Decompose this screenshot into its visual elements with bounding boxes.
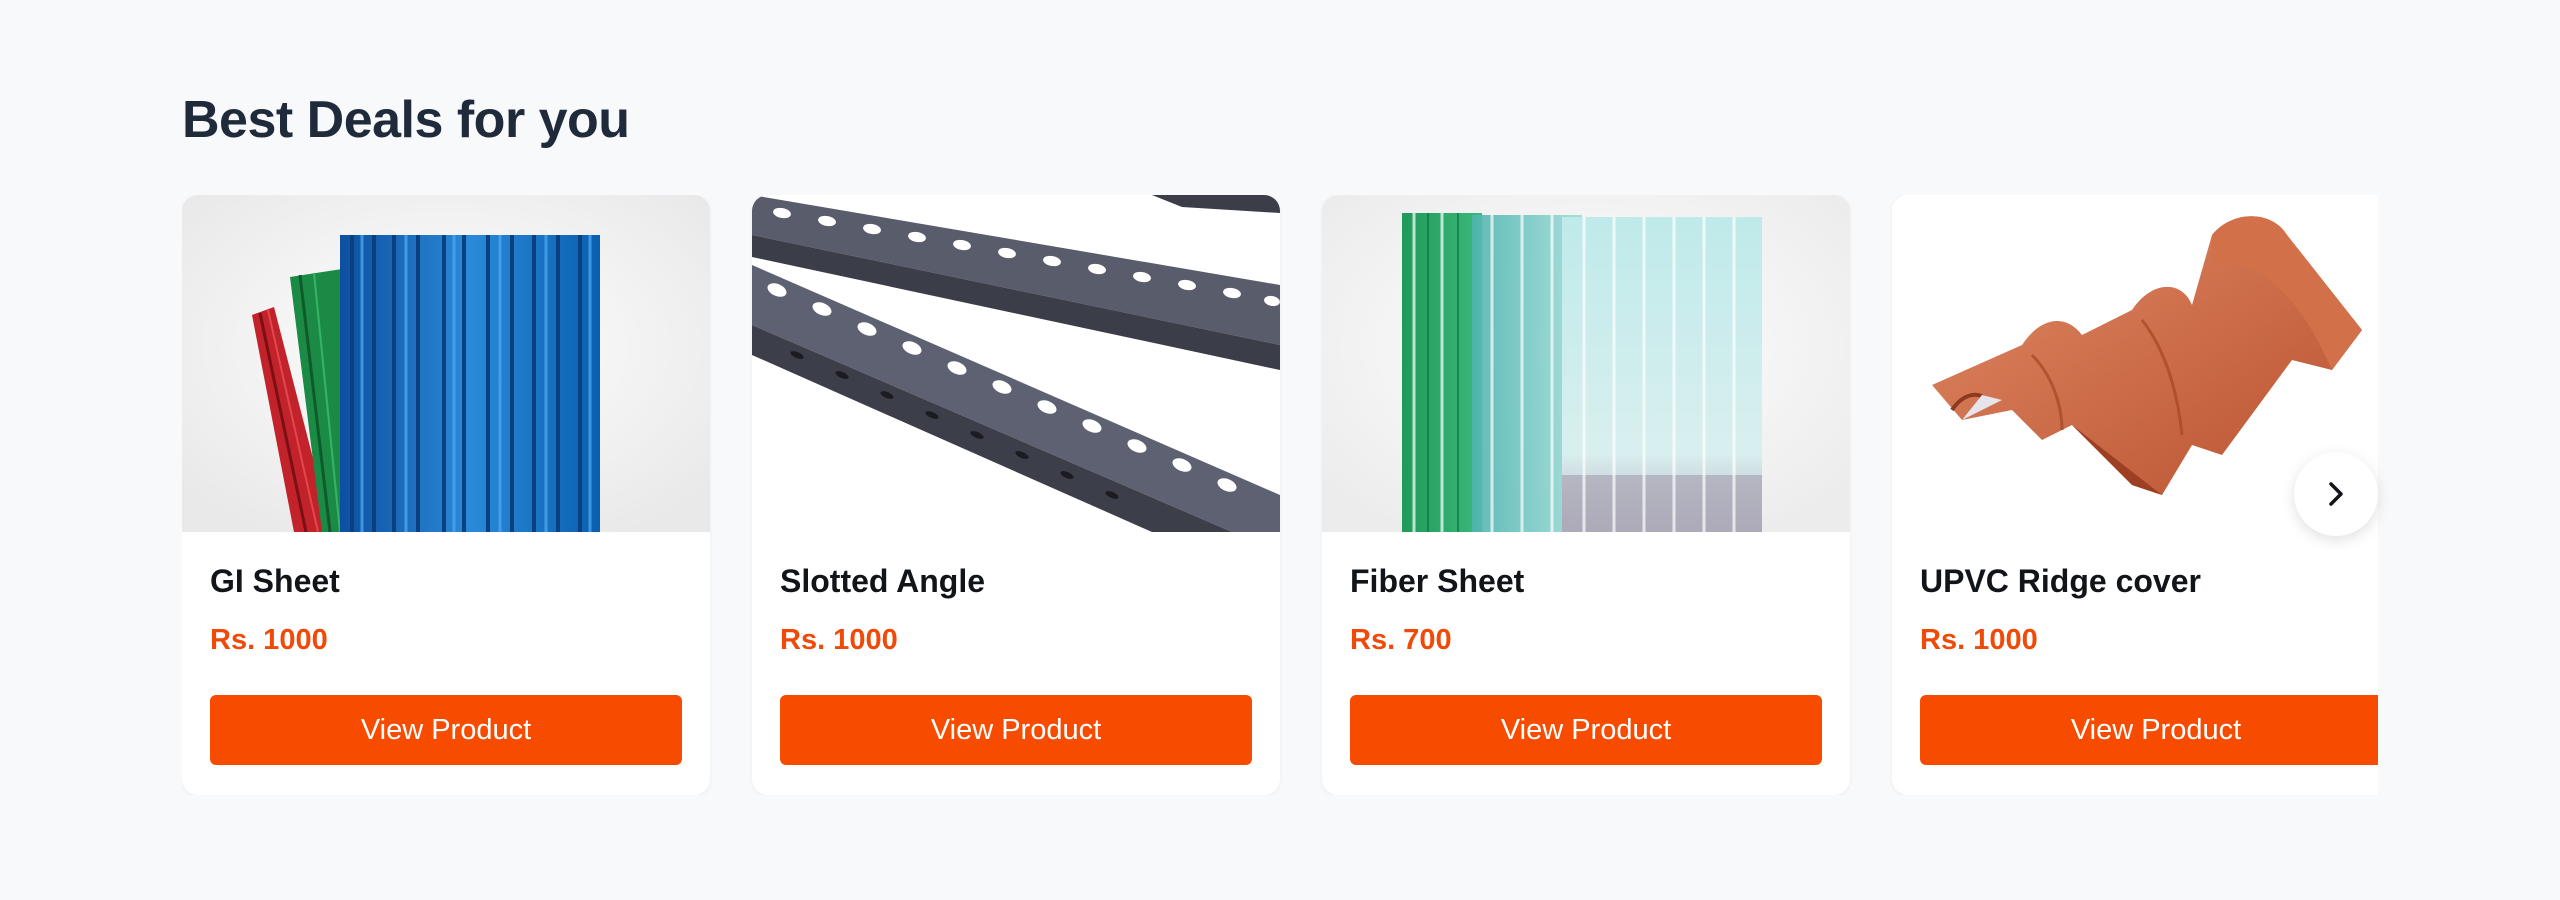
fiber-sheet-image[interactable]: [1322, 195, 1850, 532]
product-price: Rs. 1000: [1920, 624, 2038, 656]
product-card[interactable]: Slotted Angle Rs. 1000 View Product: [752, 195, 1280, 795]
product-name: Fiber Sheet: [1350, 563, 1525, 599]
view-product-button[interactable]: View Product: [210, 695, 682, 765]
product-card[interactable]: Fiber Sheet Rs. 700 View Product: [1322, 195, 1850, 795]
view-product-button[interactable]: View Product: [1350, 695, 1822, 765]
best-deals-section: Best Deals for you GI Sheet Rs. 1000 Vie…: [0, 0, 2560, 900]
product-name: GI Sheet: [210, 563, 340, 599]
product-name: UPVC Ridge cover: [1920, 563, 2201, 599]
product-name: Slotted Angle: [780, 563, 986, 599]
product-price: Rs. 700: [1350, 624, 1452, 656]
chevron-right-icon: [2329, 482, 2343, 506]
product-price: Rs. 1000: [780, 624, 898, 656]
product-price: Rs. 1000: [210, 624, 328, 656]
product-card[interactable]: GI Sheet Rs. 1000 View Product: [182, 195, 710, 795]
view-product-button[interactable]: View Product: [780, 695, 1252, 765]
gi-sheet-image[interactable]: [182, 195, 710, 532]
carousel-track: GI Sheet Rs. 1000 View Product Slotted A…: [182, 195, 2378, 795]
view-product-button[interactable]: View Product: [1920, 695, 2378, 765]
carousel-next-button[interactable]: [2294, 452, 2378, 536]
product-carousel[interactable]: GI Sheet Rs. 1000 View Product Slotted A…: [182, 195, 2378, 795]
section-title: Best Deals for you: [182, 91, 630, 149]
slotted-angle-image[interactable]: [752, 195, 1280, 532]
